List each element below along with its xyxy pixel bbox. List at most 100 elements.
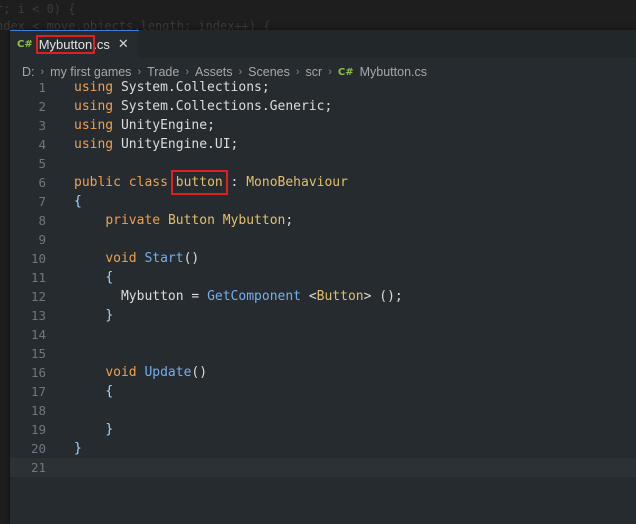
line-number: 14	[30, 327, 46, 342]
code-line: 1 using System.Collections;	[10, 78, 636, 97]
punctuation: ;	[324, 99, 333, 114]
namespace: System.Collections	[120, 80, 262, 95]
line-number: 8	[38, 213, 46, 228]
code-line: 18	[10, 401, 636, 420]
chevron-right-icon: ›	[295, 66, 300, 78]
code-line: 20}	[10, 439, 636, 458]
code-line: 12 Mybutton = GetComponent <Button> ();	[10, 287, 636, 306]
brace: }	[74, 441, 82, 456]
line-number: 4	[38, 137, 46, 152]
type-name: Button	[316, 289, 364, 304]
line-number: 11	[30, 270, 46, 285]
function-name: Start	[144, 251, 184, 266]
background-code-line: r; i < 0) {	[0, 2, 76, 16]
variable: Mybutton	[120, 289, 184, 304]
line-number: 9	[38, 232, 46, 247]
code-line: 4 using UnityEngine.UI;	[10, 135, 636, 154]
breadcrumb-item[interactable]: Assets	[195, 65, 233, 79]
tab-mybutton-cs[interactable]: C# Mybutton.cs ✕	[10, 30, 139, 58]
punctuation: <	[301, 289, 317, 304]
class-name-highlighted: button	[170, 170, 228, 195]
brace: }	[105, 422, 114, 437]
punctuation: ;	[230, 137, 239, 152]
code-line: 7{	[10, 192, 636, 211]
code-line: 15	[10, 344, 636, 363]
code-line: 17 {	[10, 382, 636, 401]
line-number: 19	[30, 422, 46, 437]
keyword: using	[74, 80, 114, 95]
code-line: 11 {	[10, 268, 636, 287]
line-number: 18	[30, 403, 46, 418]
line-number: 10	[30, 251, 46, 266]
code-line: 16 void Update()	[10, 363, 636, 382]
punctuation: ;	[207, 118, 215, 133]
brace: {	[74, 194, 82, 209]
breadcrumb-item[interactable]: D:	[22, 65, 35, 79]
code-line: 2 using System.Collections.Generic;	[10, 97, 636, 116]
code-line: 19 }	[10, 420, 636, 439]
line-number: 1	[38, 80, 46, 95]
keyword: private	[105, 213, 161, 228]
keyword: using	[74, 137, 114, 152]
code-line-current: 21	[10, 458, 636, 477]
tab-bar: C# Mybutton.cs ✕	[10, 30, 636, 58]
namespace: System.Collections.Generic	[120, 99, 325, 114]
punctuation: :	[222, 175, 247, 190]
csharp-file-icon: C#	[17, 39, 33, 50]
code-line: 9	[10, 230, 636, 249]
code-editor-window: C# Mybutton.cs ✕ D: › my first games › T…	[10, 30, 636, 524]
code-line: 10 void Start()	[10, 249, 636, 268]
line-number: 12	[30, 289, 46, 304]
line-number: 20	[30, 441, 46, 456]
chevron-right-icon: ›	[185, 66, 189, 78]
code-line: 8 private Button Mybutton;	[10, 211, 636, 230]
chevron-right-icon: ›	[40, 66, 45, 78]
breadcrumb-item[interactable]: my first games	[50, 65, 131, 79]
close-icon[interactable]: ✕	[118, 37, 129, 52]
keyword: void	[105, 251, 137, 266]
file-extension: .cs	[93, 37, 110, 52]
keyword: using	[74, 99, 114, 114]
function-name: GetComponent	[207, 289, 301, 304]
punctuation: ();	[371, 289, 403, 304]
code-area[interactable]: 1 using System.Collections; 2 using System…	[10, 78, 636, 477]
line-number: 17	[30, 384, 46, 399]
line-number: 6	[38, 175, 46, 190]
punctuation: ()	[183, 251, 200, 266]
tab-label: Mybutton.cs	[35, 35, 110, 54]
keyword: public	[74, 175, 121, 190]
function-name: Update	[144, 365, 192, 380]
brace: }	[105, 308, 114, 323]
punctuation: ;	[285, 213, 294, 228]
line-number: 13	[30, 308, 46, 323]
code-line: 5	[10, 154, 636, 173]
line-number: 2	[38, 99, 46, 114]
code-line: 13 }	[10, 306, 636, 325]
chevron-right-icon: ›	[137, 66, 142, 78]
base-class: MonoBehaviour	[246, 175, 348, 190]
code-line: 6 public class button : MonoBehaviour	[10, 170, 636, 195]
highlighted-filename: Mybutton	[35, 35, 96, 54]
field-name: Mybutton	[222, 213, 286, 228]
chevron-right-icon: ›	[328, 66, 332, 78]
operator: =	[183, 289, 208, 304]
csharp-file-icon: C#	[337, 66, 354, 78]
punctuation: ;	[261, 80, 270, 95]
code-line: 14	[10, 325, 636, 344]
brace: {	[105, 270, 114, 285]
breadcrumb-item[interactable]: scr	[306, 65, 323, 79]
line-number: 7	[38, 194, 46, 209]
code-line: 3 using UnityEngine;	[10, 116, 636, 135]
keyword: using	[74, 118, 114, 133]
type-name: Button	[167, 213, 215, 228]
breadcrumb-item[interactable]: Trade	[147, 65, 179, 79]
keyword: void	[105, 365, 137, 380]
line-number: 21	[30, 460, 46, 475]
line-number: 5	[38, 156, 46, 171]
chevron-right-icon: ›	[238, 66, 243, 78]
breadcrumb-item[interactable]: Scenes	[248, 65, 290, 79]
namespace: UnityEngine	[120, 118, 208, 133]
breadcrumb-file[interactable]: Mybutton.cs	[360, 65, 427, 79]
brace: {	[105, 384, 114, 399]
namespace: UnityEngine.UI	[120, 137, 231, 152]
